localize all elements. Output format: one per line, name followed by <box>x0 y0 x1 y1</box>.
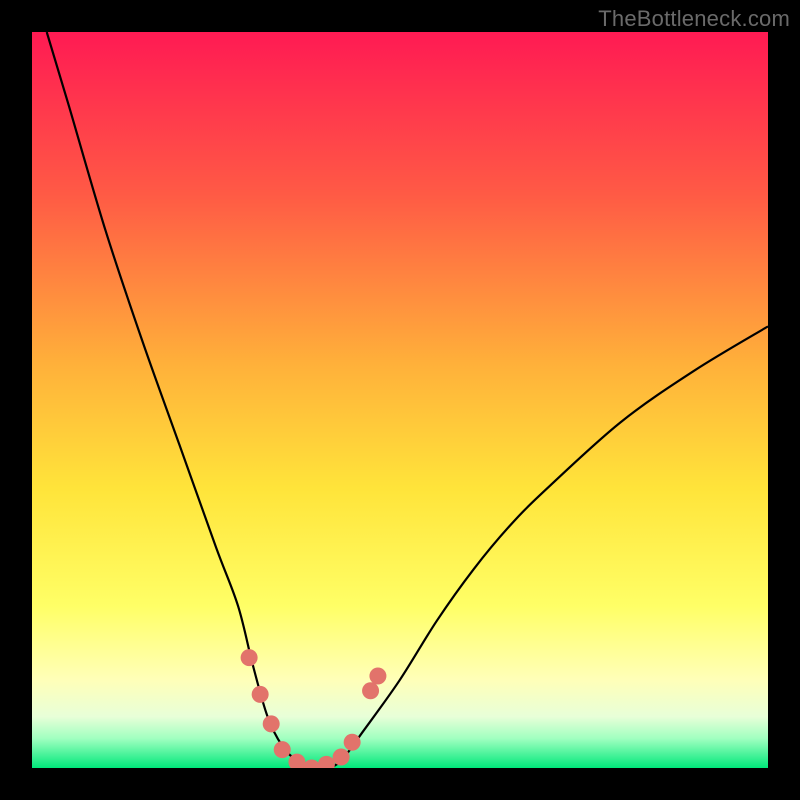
highlight-marker <box>362 682 379 699</box>
highlight-marker <box>318 756 335 768</box>
plot-area <box>32 32 768 768</box>
highlight-marker <box>241 649 258 666</box>
bottleneck-curve <box>32 32 768 768</box>
chart-frame: TheBottleneck.com <box>0 0 800 800</box>
highlight-marker <box>333 748 350 765</box>
highlight-marker <box>303 760 320 769</box>
highlight-marker <box>274 741 291 758</box>
watermark-text: TheBottleneck.com <box>598 6 790 32</box>
highlight-marker <box>369 668 386 685</box>
highlight-marker <box>344 734 361 751</box>
highlight-marker <box>252 686 269 703</box>
highlight-marker <box>263 715 280 732</box>
